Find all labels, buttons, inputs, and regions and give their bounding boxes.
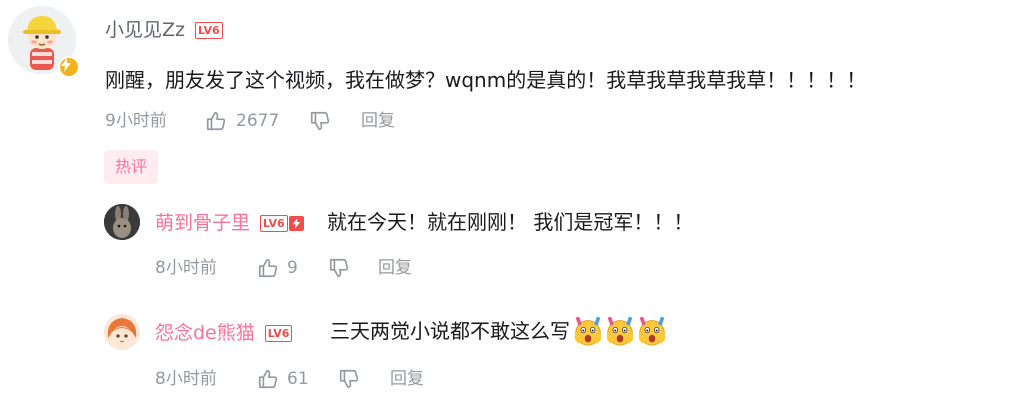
like-icon[interactable] [205,110,227,132]
avatar[interactable] [104,204,140,240]
reply-button[interactable]: 回复 [390,368,424,390]
username[interactable]: 小见见Zz [105,18,185,42]
reply-content: 三天两觉小说都不敢这么写 [330,315,668,347]
lightning-badge-icon [58,56,80,78]
avatar[interactable] [104,314,140,350]
like-icon[interactable] [257,368,279,390]
level-badge: LV6 [195,21,223,39]
reply-header: 怨念de熊猫 LV6 [155,321,293,345]
username[interactable]: 萌到骨子里 [155,211,250,235]
shocked-face-emoji-icon [574,316,602,346]
comment-text: 刚醒，朋友发了这个视频，我在做梦？wqnm的是真的！我草我草我草我草！！！！！ [105,68,867,92]
shocked-face-emoji-icon [606,316,634,346]
like-count: 9 [287,258,298,278]
reply-time: 8小时前 [155,369,217,389]
dislike-icon[interactable] [328,257,350,279]
comment-time: 9小时前 [105,111,167,131]
reply-button[interactable]: 回复 [378,257,412,279]
dislike-icon[interactable] [338,368,360,390]
like-count: 2677 [236,111,280,131]
hot-comment-tag: 热评 [104,150,158,184]
like-count: 61 [287,369,309,389]
comment-header: 小见见Zz LV6 [105,18,223,42]
reply-text: 就在今天！就在刚刚！ 我们是冠军！！！ [327,210,694,234]
level-badge: LV6 [264,324,293,342]
level-badge: LV6 [260,214,288,232]
dislike-icon[interactable] [309,110,331,132]
emoji-row [572,315,668,347]
reply-time: 8小时前 [155,258,217,278]
reply-button[interactable]: 回复 [361,110,395,132]
rabbit-avatar-icon [104,204,140,240]
reply-text: 三天两觉小说都不敢这么写 [330,319,570,343]
like-icon[interactable] [257,257,279,279]
shocked-face-emoji-icon [638,316,666,346]
anime-girl-avatar-icon [104,314,140,350]
reply-header: 萌到骨子里 LV6 [155,211,304,235]
username[interactable]: 怨念de熊猫 [155,321,255,345]
avatar[interactable] [8,6,80,78]
lightning-icon [288,215,304,231]
